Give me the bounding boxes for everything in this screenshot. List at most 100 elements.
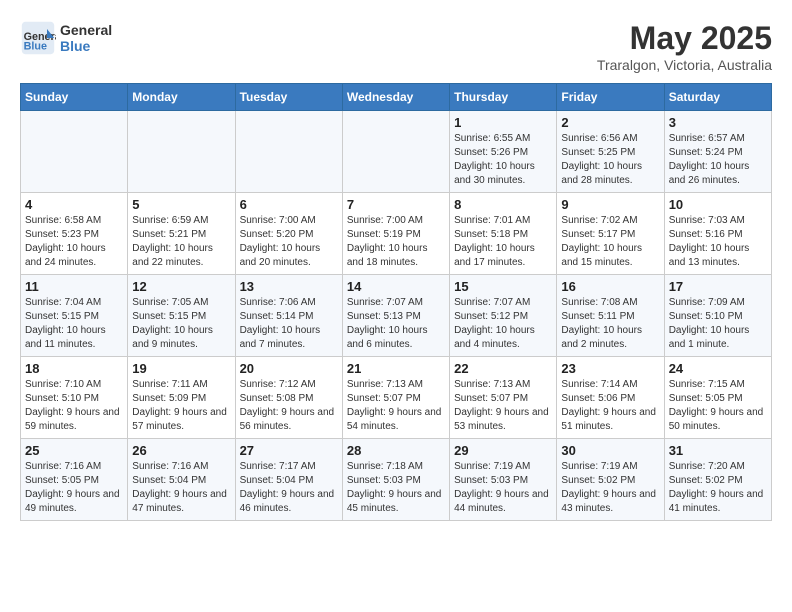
day-info: Sunrise: 7:07 AMSunset: 5:12 PMDaylight:… (454, 296, 552, 352)
day-number: 21 (347, 361, 445, 376)
day-number: 16 (561, 279, 659, 294)
calendar-cell: 22 Sunrise: 7:13 AMSunset: 5:07 PMDayligh… (450, 357, 557, 439)
calendar-cell: 15 Sunrise: 7:07 AMSunset: 5:12 PMDayligh… (450, 275, 557, 357)
calendar-cell: 19 Sunrise: 7:11 AMSunset: 5:09 PMDayligh… (128, 357, 235, 439)
calendar-cell: 31 Sunrise: 7:20 AMSunset: 5:02 PMDayligh… (664, 439, 771, 521)
day-info: Sunrise: 6:59 AMSunset: 5:21 PMDaylight:… (132, 214, 230, 270)
calendar-week-row: 25 Sunrise: 7:16 AMSunset: 5:05 PMDayligh… (21, 439, 772, 521)
day-info: Sunrise: 7:19 AMSunset: 5:03 PMDaylight:… (454, 460, 552, 516)
calendar-cell: 2 Sunrise: 6:56 AMSunset: 5:25 PMDaylight… (557, 111, 664, 193)
day-number: 26 (132, 443, 230, 458)
logo: General Blue General Blue (20, 20, 112, 56)
calendar-cell (21, 111, 128, 193)
calendar-cell: 27Sunrise: 7:17 AMSunset: 5:04 PMDayligh… (235, 439, 342, 521)
day-number: 22 (454, 361, 552, 376)
calendar-week-row: 18Sunrise: 7:10 AMSunset: 5:10 PMDayligh… (21, 357, 772, 439)
day-info: Sunrise: 7:16 AMSunset: 5:05 PMDaylight:… (25, 460, 123, 516)
day-number: 2 (561, 115, 659, 130)
day-info: Sunrise: 7:19 AMSunset: 5:02 PMDaylight:… (561, 460, 659, 516)
day-number: 28 (347, 443, 445, 458)
calendar-cell: 3Sunrise: 6:57 AMSunset: 5:24 PMDaylight… (664, 111, 771, 193)
day-info: Sunrise: 7:12 AMSunset: 5:08 PMDaylight:… (240, 378, 338, 434)
day-info: Sunrise: 7:07 AMSunset: 5:13 PMDaylight:… (347, 296, 445, 352)
day-info: Sunrise: 7:09 AMSunset: 5:10 PMDaylight:… (669, 296, 767, 352)
day-info: Sunrise: 7:08 AMSunset: 5:11 PMDaylight:… (561, 296, 659, 352)
logo-text-general: General (60, 22, 112, 38)
day-info: Sunrise: 7:01 AMSunset: 5:18 PMDaylight:… (454, 214, 552, 270)
calendar-cell (342, 111, 449, 193)
day-number: 11 (25, 279, 123, 294)
calendar-cell: 17 Sunrise: 7:09 AMSunset: 5:10 PMDayligh… (664, 275, 771, 357)
svg-text:Blue: Blue (24, 41, 47, 53)
calendar-week-row: 1 Sunrise: 6:55 AMSunset: 5:26 PMDaylight… (21, 111, 772, 193)
day-info: Sunrise: 7:15 AMSunset: 5:05 PMDaylight:… (669, 378, 767, 434)
calendar-cell: 21Sunrise: 7:13 AMSunset: 5:07 PMDayligh… (342, 357, 449, 439)
day-info: Sunrise: 6:56 AMSunset: 5:25 PMDaylight:… (561, 132, 659, 188)
day-number: 4 (25, 197, 123, 212)
day-number: 17 (669, 279, 767, 294)
day-number: 18 (25, 361, 123, 376)
day-info: Sunrise: 7:06 AMSunset: 5:14 PMDaylight:… (240, 296, 338, 352)
day-info: Sunrise: 7:04 AMSunset: 5:15 PMDaylight:… (25, 296, 123, 352)
day-number: 9 (561, 197, 659, 212)
day-number: 12 (132, 279, 230, 294)
column-header-saturday: Saturday (664, 84, 771, 111)
day-number: 3 (669, 115, 767, 130)
day-number: 13 (240, 279, 338, 294)
calendar-cell: 6Sunrise: 7:00 AMSunset: 5:20 PMDaylight… (235, 193, 342, 275)
day-number: 15 (454, 279, 552, 294)
logo-text-blue: Blue (60, 38, 112, 54)
calendar-cell: 29Sunrise: 7:19 AMSunset: 5:03 PMDayligh… (450, 439, 557, 521)
day-number: 8 (454, 197, 552, 212)
calendar-cell: 25 Sunrise: 7:16 AMSunset: 5:05 PMDayligh… (21, 439, 128, 521)
day-info: Sunrise: 7:16 AMSunset: 5:04 PMDaylight:… (132, 460, 230, 516)
calendar-cell: 20 Sunrise: 7:12 AMSunset: 5:08 PMDayligh… (235, 357, 342, 439)
column-header-wednesday: Wednesday (342, 84, 449, 111)
day-info: Sunrise: 6:58 AMSunset: 5:23 PMDaylight:… (25, 214, 123, 270)
day-number: 5 (132, 197, 230, 212)
day-info: Sunrise: 7:14 AMSunset: 5:06 PMDaylight:… (561, 378, 659, 434)
day-number: 31 (669, 443, 767, 458)
day-info: Sunrise: 7:17 AMSunset: 5:04 PMDaylight:… (240, 460, 338, 516)
day-number: 7 (347, 197, 445, 212)
day-info: Sunrise: 7:20 AMSunset: 5:02 PMDaylight:… (669, 460, 767, 516)
day-number: 24 (669, 361, 767, 376)
calendar-cell: 13 Sunrise: 7:06 AMSunset: 5:14 PMDayligh… (235, 275, 342, 357)
calendar-cell: 23Sunrise: 7:14 AMSunset: 5:06 PMDayligh… (557, 357, 664, 439)
calendar-cell: 1 Sunrise: 6:55 AMSunset: 5:26 PMDaylight… (450, 111, 557, 193)
calendar-cell: 28Sunrise: 7:18 AMSunset: 5:03 PMDayligh… (342, 439, 449, 521)
day-number: 25 (25, 443, 123, 458)
day-number: 10 (669, 197, 767, 212)
day-info: Sunrise: 7:02 AMSunset: 5:17 PMDaylight:… (561, 214, 659, 270)
calendar-header-row: SundayMondayTuesdayWednesdayThursdayFrid… (21, 84, 772, 111)
calendar-cell: 8 Sunrise: 7:01 AMSunset: 5:18 PMDaylight… (450, 193, 557, 275)
day-info: Sunrise: 7:05 AMSunset: 5:15 PMDaylight:… (132, 296, 230, 352)
day-number: 1 (454, 115, 552, 130)
day-info: Sunrise: 7:13 AMSunset: 5:07 PMDaylight:… (454, 378, 552, 434)
day-number: 30 (561, 443, 659, 458)
calendar-cell: 12 Sunrise: 7:05 AMSunset: 5:15 PMDayligh… (128, 275, 235, 357)
location-subtitle: Traralgon, Victoria, Australia (597, 57, 772, 73)
day-info: Sunrise: 6:55 AMSunset: 5:26 PMDaylight:… (454, 132, 552, 188)
calendar-cell: 16 Sunrise: 7:08 AMSunset: 5:11 PMDayligh… (557, 275, 664, 357)
calendar-cell: 30 Sunrise: 7:19 AMSunset: 5:02 PMDayligh… (557, 439, 664, 521)
calendar-week-row: 4 Sunrise: 6:58 AMSunset: 5:23 PMDaylight… (21, 193, 772, 275)
calendar-cell: 18Sunrise: 7:10 AMSunset: 5:10 PMDayligh… (21, 357, 128, 439)
day-info: Sunrise: 7:11 AMSunset: 5:09 PMDaylight:… (132, 378, 230, 434)
calendar-table: SundayMondayTuesdayWednesdayThursdayFrid… (20, 83, 772, 521)
day-number: 6 (240, 197, 338, 212)
logo-icon: General Blue (20, 20, 56, 56)
calendar-cell: 14Sunrise: 7:07 AMSunset: 5:13 PMDayligh… (342, 275, 449, 357)
title-block: May 2025 Traralgon, Victoria, Australia (597, 20, 772, 73)
day-number: 20 (240, 361, 338, 376)
calendar-cell: 11 Sunrise: 7:04 AMSunset: 5:15 PMDayligh… (21, 275, 128, 357)
calendar-cell: 7Sunrise: 7:00 AMSunset: 5:19 PMDaylight… (342, 193, 449, 275)
calendar-cell: 4 Sunrise: 6:58 AMSunset: 5:23 PMDaylight… (21, 193, 128, 275)
day-number: 19 (132, 361, 230, 376)
calendar-cell: 26 Sunrise: 7:16 AMSunset: 5:04 PMDayligh… (128, 439, 235, 521)
column-header-sunday: Sunday (21, 84, 128, 111)
calendar-cell (235, 111, 342, 193)
page-header: General Blue General Blue May 2025 Trara… (20, 20, 772, 73)
column-header-friday: Friday (557, 84, 664, 111)
calendar-week-row: 11 Sunrise: 7:04 AMSunset: 5:15 PMDayligh… (21, 275, 772, 357)
